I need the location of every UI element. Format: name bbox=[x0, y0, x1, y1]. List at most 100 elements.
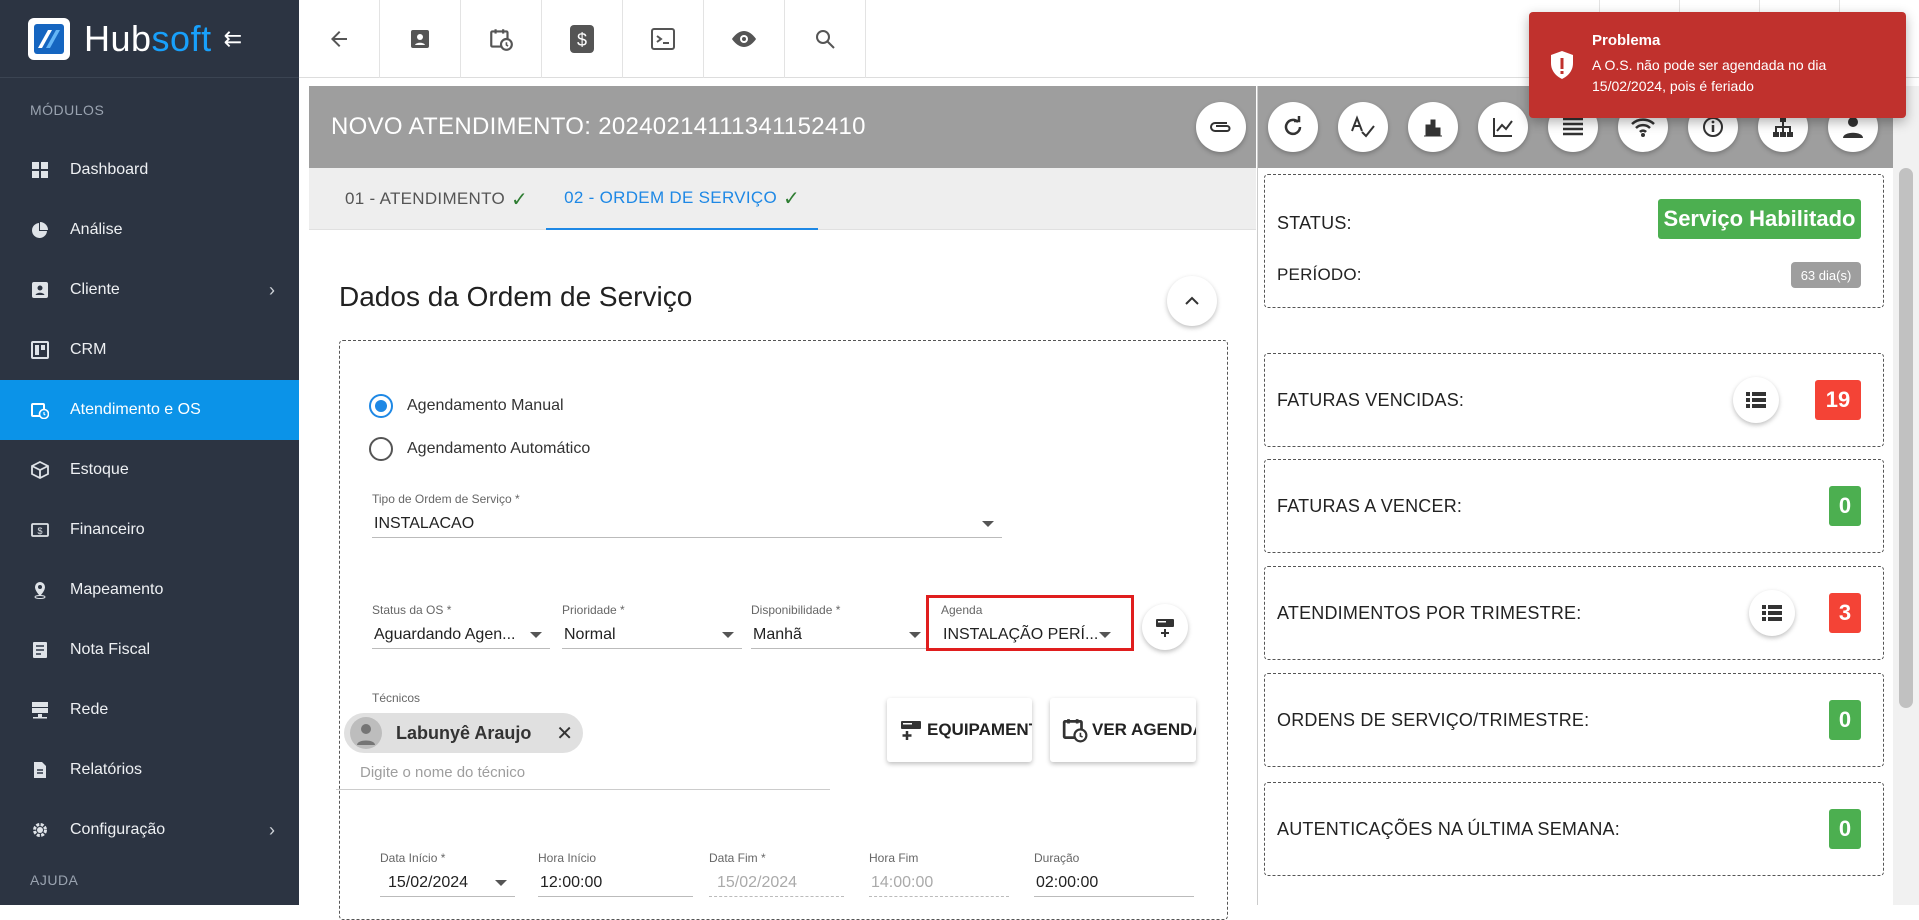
add-agenda-button[interactable] bbox=[1142, 604, 1188, 650]
radio-manual[interactable]: Agendamento Manual bbox=[369, 394, 564, 418]
collapse-section-button[interactable] bbox=[1167, 276, 1217, 326]
hora-inicio-value[interactable]: 12:00:00 bbox=[538, 869, 693, 897]
scrollbar-thumb[interactable] bbox=[1899, 168, 1913, 708]
status-label: STATUS: bbox=[1277, 213, 1352, 233]
section-title: Dados da Ordem de Serviço bbox=[339, 281, 693, 312]
data-fim-field: Data Fim * 15/02/2024 bbox=[709, 851, 844, 897]
client-card-button[interactable] bbox=[380, 0, 461, 78]
sidebar-item-atendimento-e-os[interactable]: Atendimento e OS bbox=[0, 380, 299, 440]
finance-button[interactable]: $ bbox=[542, 0, 623, 78]
toast-message-line1: A O.S. não pode ser agendada no dia bbox=[1592, 57, 1827, 73]
line-chart-button[interactable] bbox=[1478, 102, 1528, 152]
spellcheck-icon bbox=[1351, 115, 1375, 138]
sidebar-item-dashboard[interactable]: Dashboard bbox=[0, 140, 299, 200]
sidebar-item-mapeamento[interactable]: Mapeamento bbox=[0, 560, 299, 620]
schedule-button[interactable] bbox=[461, 0, 542, 78]
tab-atendimento[interactable]: 01 - ATENDIMENTO ✓ bbox=[327, 168, 546, 230]
faturas-vencidas-card: FATURAS VENCIDAS: 19 bbox=[1264, 353, 1884, 447]
sidebar-item-relatorios[interactable]: Relatórios bbox=[0, 740, 299, 800]
prioridade-value[interactable]: Normal bbox=[562, 621, 742, 649]
chevron-right-icon: › bbox=[269, 820, 275, 840]
tecnico-search-input[interactable]: Digite o nome do técnico bbox=[336, 750, 830, 790]
sidebar-item-analise[interactable]: Análise bbox=[0, 200, 299, 260]
person-icon bbox=[1843, 117, 1863, 138]
check-icon: ✓ bbox=[511, 188, 529, 211]
sidebar-item-crm[interactable]: CRM bbox=[0, 320, 299, 380]
disponibilidade-label: Disponibilidade * bbox=[751, 603, 841, 617]
calendar-clock-icon bbox=[30, 400, 50, 420]
logo-bar: Hubsoft ⇇ bbox=[0, 0, 299, 78]
sidebar-item-label: Rede bbox=[70, 701, 109, 718]
invoice-icon bbox=[30, 640, 50, 660]
data-inicio-label: Data Início * bbox=[380, 851, 446, 865]
data-inicio-field[interactable]: Data Início * 15/02/2024 bbox=[380, 851, 515, 897]
status-os-value[interactable]: Aguardando Agen... bbox=[372, 621, 550, 649]
sidebar-item-label: Nota Fiscal bbox=[70, 641, 151, 658]
wifi-icon bbox=[1631, 118, 1655, 137]
sidebar-item-financeiro[interactable]: $ Financeiro bbox=[0, 500, 299, 560]
duracao-value[interactable]: 02:00:00 bbox=[1034, 869, 1194, 897]
paperclip-icon bbox=[1210, 122, 1231, 132]
hubsoft-logo-icon bbox=[28, 17, 70, 60]
sidebar-item-label: CRM bbox=[70, 341, 107, 358]
sidebar-item-nota-fiscal[interactable]: Nota Fiscal bbox=[0, 620, 299, 680]
sidebar-item-rede[interactable]: Rede bbox=[0, 680, 299, 740]
sidebar-item-cliente[interactable]: Cliente › bbox=[0, 260, 299, 320]
radio-auto-indicator[interactable] bbox=[369, 437, 393, 461]
data-fim-label: Data Fim * bbox=[709, 851, 766, 865]
spellcheck-button[interactable] bbox=[1338, 102, 1388, 152]
atendimentos-list-button[interactable] bbox=[1749, 590, 1795, 636]
crm-board-icon bbox=[30, 340, 50, 360]
search-button[interactable] bbox=[785, 0, 866, 78]
sidebar-item-label: Cliente bbox=[70, 281, 120, 298]
bar-chart-icon bbox=[1424, 119, 1442, 137]
atendimentos-trimestre-badge: 3 bbox=[1829, 593, 1861, 633]
refresh-icon bbox=[1284, 116, 1302, 136]
faturas-vencidas-badge: 19 bbox=[1815, 380, 1861, 420]
disponibilidade-select[interactable]: Disponibilidade * Manhã bbox=[751, 603, 929, 649]
duracao-field[interactable]: Duração 02:00:00 bbox=[1034, 851, 1194, 897]
bar-chart-button[interactable] bbox=[1408, 102, 1458, 152]
tab-ordem-servico[interactable]: 02 - ORDEM DE SERVIÇO ✓ bbox=[546, 168, 819, 230]
error-toast[interactable]: Problema A O.S. não pode ser agendada no… bbox=[1529, 12, 1906, 118]
page-scrollbar[interactable] bbox=[1893, 86, 1919, 905]
autenticacoes-card: AUTENTICAÇÕES NA ÚLTIMA SEMANA: 0 bbox=[1264, 782, 1884, 876]
data-inicio-value[interactable]: 15/02/2024 bbox=[380, 869, 515, 897]
collapse-menu-icon[interactable]: ⇇ bbox=[224, 26, 242, 52]
dropdown-arrow-icon bbox=[722, 632, 734, 638]
add-equipment-icon bbox=[901, 721, 921, 740]
radio-auto[interactable]: Agendamento Automático bbox=[369, 437, 590, 461]
sidebar-item-label: Financeiro bbox=[70, 521, 145, 538]
view-button[interactable] bbox=[704, 0, 785, 78]
radio-auto-label: Agendamento Automático bbox=[407, 440, 591, 457]
prioridade-select[interactable]: Prioridade * Normal bbox=[562, 603, 742, 649]
status-os-label: Status da OS * bbox=[372, 603, 452, 617]
terminal-button[interactable] bbox=[623, 0, 704, 78]
ver-agenda-button[interactable]: VER AGENDA bbox=[1050, 698, 1196, 762]
faturas-vencidas-list-button[interactable] bbox=[1733, 377, 1779, 423]
tipo-os-value[interactable]: INSTALACAO bbox=[372, 510, 1002, 538]
close-icon[interactable]: ✕ bbox=[556, 721, 573, 746]
status-os-select[interactable]: Status da OS * Aguardando Agen... bbox=[372, 603, 550, 649]
dropdown-arrow-icon bbox=[982, 521, 994, 527]
tecnicos-label: Técnicos bbox=[372, 691, 421, 705]
attach-button[interactable] bbox=[1196, 102, 1246, 152]
hora-fim-value: 14:00:00 bbox=[869, 869, 1009, 897]
chevron-up-icon bbox=[1185, 296, 1199, 305]
equipamentos-button[interactable]: EQUIPAMENTOS bbox=[887, 698, 1032, 762]
tecnico-chip[interactable]: Labunyê Araujo ✕ bbox=[344, 713, 583, 753]
tipo-os-select[interactable]: Tipo de Ordem de Serviço * INSTALACAO bbox=[372, 492, 1002, 538]
sidebar-item-configuracao[interactable]: Configuração › bbox=[0, 800, 299, 860]
dropdown-arrow-icon bbox=[495, 880, 507, 886]
atendimentos-trimestre-card: ATENDIMENTOS POR TRIMESTRE: 3 bbox=[1264, 566, 1884, 660]
refresh-button[interactable] bbox=[1268, 102, 1318, 152]
arrow-left-icon bbox=[331, 31, 347, 47]
equipamentos-label: EQUIPAMENTOS bbox=[927, 720, 1032, 739]
back-button[interactable] bbox=[299, 0, 380, 78]
radio-manual-indicator[interactable] bbox=[369, 394, 393, 418]
disponibilidade-value[interactable]: Manhã bbox=[751, 621, 929, 649]
sidebar-item-label: Relatórios bbox=[70, 761, 143, 778]
section-modules: MÓDULOS bbox=[30, 102, 105, 118]
sidebar-item-estoque[interactable]: Estoque bbox=[0, 440, 299, 500]
hora-inicio-field[interactable]: Hora Início 12:00:00 bbox=[538, 851, 693, 897]
